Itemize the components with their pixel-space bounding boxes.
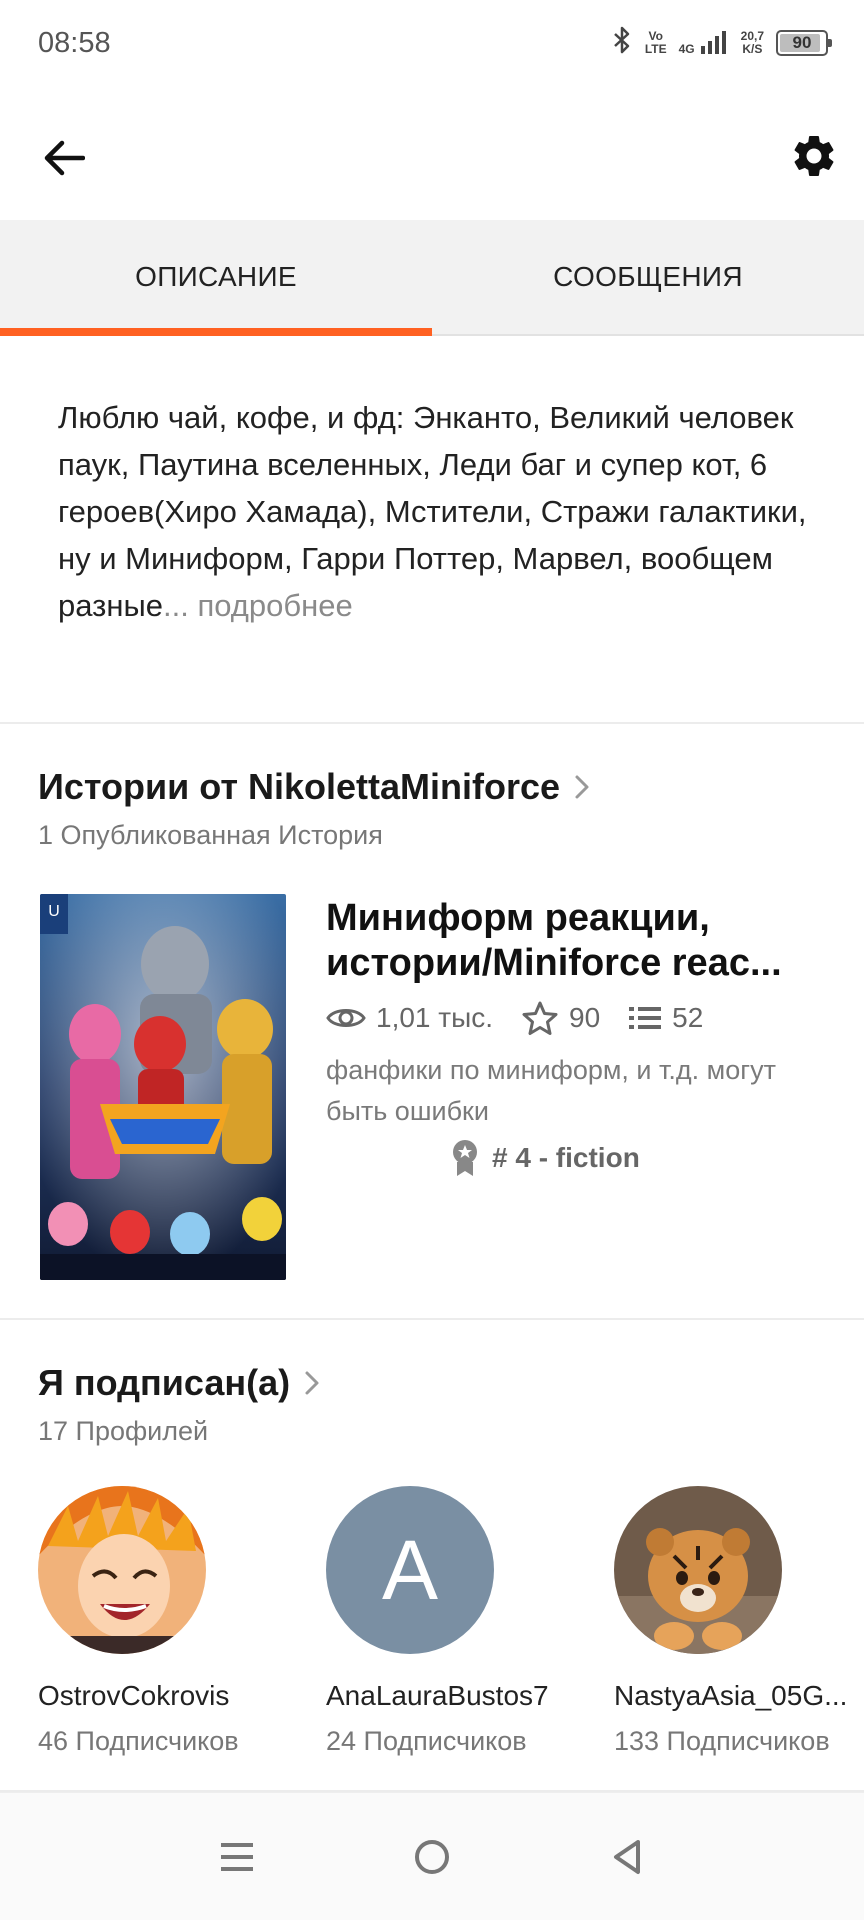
read-more-link[interactable]: подробнее (189, 588, 352, 623)
chevron-right-icon (305, 1371, 319, 1395)
stories-section-title-text: Истории от NikolettaMiniforce (38, 766, 561, 807)
stories-section-subtitle: 1 Опубликованная История (38, 820, 383, 850)
star-icon (522, 1001, 558, 1035)
profile-name: AnaLauraBustos7 (326, 1680, 549, 1711)
tab-description[interactable]: ОПИСАНИЕ (0, 220, 432, 336)
medal-icon (453, 1140, 477, 1176)
story-rank[interactable]: # 4 - fiction (450, 1138, 640, 1178)
arrow-left-icon (44, 140, 85, 176)
following-list: OstrovCokrovis 46 Подписчиков A AnaLaura… (0, 1486, 864, 1756)
divider (0, 722, 864, 724)
story-stats: 1,01 тыс. 90 52 (326, 1000, 703, 1036)
story-votes: 90 (521, 1000, 600, 1036)
avatar (614, 1486, 782, 1654)
profile-name: OstrovCokrovis (38, 1680, 230, 1711)
story-parts-value: 52 (672, 1002, 704, 1033)
status-icons: Vo LTE 4G 20,7 K/S 90 (611, 26, 832, 59)
app-bar (0, 88, 864, 220)
profile-card[interactable]: A AnaLauraBustos7 24 Подписчиков (326, 1486, 586, 1757)
nav-menu-button[interactable] (197, 1817, 277, 1897)
story-cover-image[interactable]: U (40, 894, 286, 1280)
following-section-subtitle: 17 Профилей (38, 1416, 209, 1446)
profile-followers: 46 Подписчиков (38, 1726, 239, 1756)
list-icon (629, 1007, 662, 1029)
status-bar: 08:58 Vo LTE 4G 20,7 K/S 90 (0, 0, 864, 88)
profile-name: NastyaAsia_05G... (614, 1680, 848, 1711)
signal-icon: 4G (679, 30, 729, 56)
story-reads-value: 1,01 тыс. (376, 1002, 494, 1033)
battery-level: 90 (792, 32, 812, 52)
tab-messages[interactable]: СООБЩЕНИЯ (432, 220, 864, 334)
chevron-right-icon (575, 775, 589, 799)
story-votes-value: 90 (569, 1002, 601, 1033)
tab-bar: ОПИСАНИЕ СООБЩЕНИЯ (0, 220, 864, 336)
description-ellipsis: ... (163, 588, 189, 623)
divider (0, 1318, 864, 1320)
bluetooth-icon (611, 26, 633, 59)
story-reads: 1,01 тыс. (326, 1002, 493, 1034)
battery-icon: 90 (776, 29, 832, 56)
stories-section-title[interactable]: Истории от NikolettaMiniforce (38, 766, 590, 808)
avatar-initial: A (381, 1522, 439, 1617)
following-section-title-text: Я подписан(а) (38, 1362, 291, 1403)
volte-icon: Vo LTE (644, 28, 667, 56)
story-parts: 52 (628, 1002, 703, 1034)
avatar: A (326, 1486, 494, 1654)
nav-back-button[interactable] (587, 1817, 667, 1897)
network-speed: 20,7 K/S (740, 28, 764, 56)
following-section-title[interactable]: Я подписан(а) (38, 1362, 320, 1404)
profile-followers: 133 Подписчиков (614, 1726, 830, 1756)
gear-icon (794, 136, 834, 176)
story-title[interactable]: Миниформ реакции, истории/Miniforce reac… (326, 896, 826, 986)
settings-button[interactable] (782, 124, 846, 188)
profile-card[interactable]: OstrovCokrovis 46 Подписчиков (38, 1486, 298, 1757)
profile-description: Люблю чай, кофе, и фд: Энканто, Великий … (58, 394, 818, 629)
eye-icon (326, 1009, 366, 1027)
home-circle-icon (414, 1839, 449, 1874)
status-time: 08:58 (38, 27, 111, 59)
back-button[interactable] (32, 126, 96, 190)
story-description: фанфики по миниформ, и т.д. могут быть о… (326, 1055, 776, 1126)
svg-text:U: U (48, 903, 60, 920)
menu-icon (221, 1842, 254, 1871)
story-rank-text: # 4 - fiction (492, 1142, 640, 1173)
nav-home-button[interactable] (392, 1817, 472, 1897)
system-nav-bar (0, 1792, 864, 1920)
profile-card[interactable]: NastyaAsia_05G... 133 Подписчиков (614, 1486, 864, 1757)
avatar (38, 1486, 206, 1654)
triangle-back-icon (613, 1839, 640, 1874)
profile-followers: 24 Подписчиков (326, 1726, 527, 1756)
